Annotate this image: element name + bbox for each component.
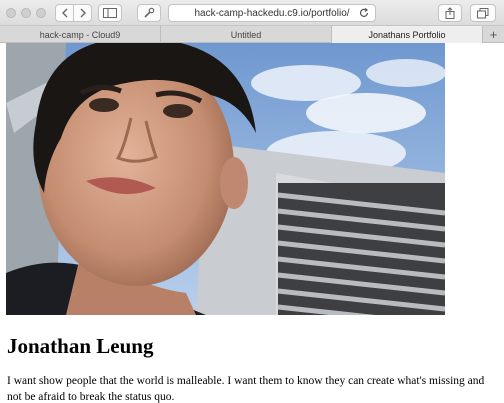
show-all-tabs-button[interactable] [470, 4, 496, 22]
tools-button[interactable] [137, 4, 161, 22]
tab-label: hack-camp - Cloud9 [39, 29, 121, 40]
page-title: Jonathan Leung [7, 334, 154, 358]
chevron-left-icon [61, 8, 67, 18]
close-window-button[interactable] [6, 8, 16, 18]
tab-hack-camp-cloud9[interactable]: hack-camp - Cloud9 [0, 26, 161, 43]
address-url[interactable]: hack-camp-hackedu.c9.io/portfolio/ [194, 8, 349, 19]
tabs-icon [477, 7, 489, 18]
reload-icon[interactable] [358, 7, 370, 19]
tab-label: Jonathans Portfolio [368, 29, 446, 40]
share-icon [445, 7, 455, 19]
tab-bar: hack-camp - Cloud9 Untitled Jonathans Po… [0, 26, 504, 43]
tab-jonathans-portfolio[interactable]: Jonathans Portfolio [332, 26, 483, 43]
tab-untitled[interactable]: Untitled [161, 26, 332, 43]
tab-label: Untitled [230, 29, 262, 40]
sidebar-button[interactable] [98, 4, 122, 22]
bio-text: I want show people that the world is mal… [7, 375, 485, 403]
wrench-icon [144, 7, 155, 18]
navigation-buttons [55, 4, 92, 22]
new-tab-button[interactable]: + [483, 26, 504, 43]
share-button[interactable] [438, 4, 462, 22]
sidebar-icon [103, 8, 117, 18]
address-bar[interactable]: hack-camp-hackedu.c9.io/portfolio/ [168, 4, 376, 22]
profile-photo [6, 43, 445, 315]
zoom-window-button[interactable] [36, 8, 46, 18]
forward-button[interactable] [73, 5, 91, 21]
chevron-right-icon [80, 8, 86, 18]
browser-toolbar: hack-camp-hackedu.c9.io/portfolio/ [0, 0, 504, 26]
minimize-window-button[interactable] [21, 8, 31, 18]
back-button[interactable] [56, 5, 73, 21]
